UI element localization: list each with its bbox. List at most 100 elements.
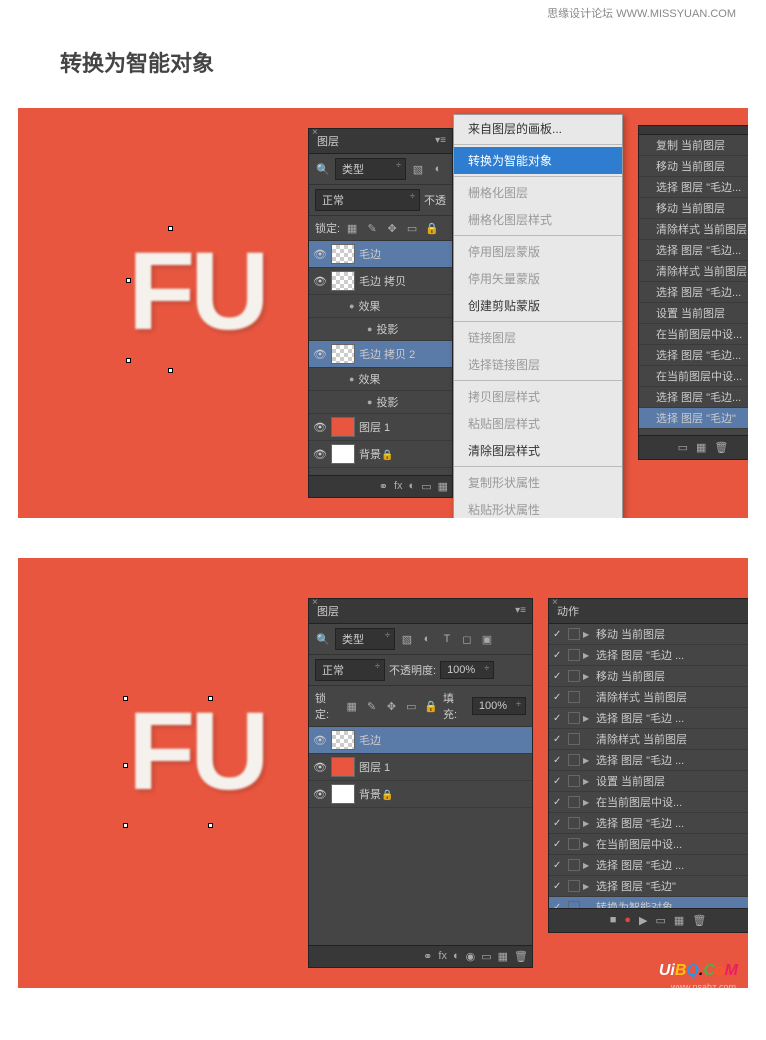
check-icon[interactable]: ✓ (553, 692, 565, 703)
selection-handle[interactable] (123, 763, 128, 768)
dialog-toggle[interactable] (568, 628, 580, 640)
context-menu-item[interactable]: 转换为智能对象 (454, 147, 622, 174)
close-icon[interactable]: × (312, 597, 318, 608)
panel-menu-icon[interactable]: ▾≡ (515, 605, 526, 616)
expand-icon[interactable]: ▶ (583, 714, 593, 723)
check-icon[interactable]: ✓ (553, 881, 565, 892)
dialog-toggle[interactable] (568, 670, 580, 682)
check-icon[interactable]: ✓ (553, 860, 565, 871)
action-row[interactable]: 在当前图层中设... (639, 366, 748, 387)
blend-mode-dropdown[interactable]: 正常 (315, 659, 385, 681)
lock-artboard-icon[interactable]: ▭ (403, 698, 419, 714)
opacity-input[interactable]: 100% (440, 661, 494, 679)
expand-icon[interactable]: ▶ (583, 630, 593, 639)
expand-icon[interactable]: ▶ (583, 840, 593, 849)
lock-move-icon[interactable]: ✥ (384, 698, 400, 714)
new-layer-icon[interactable]: ▦ (438, 480, 448, 493)
action-row[interactable]: 在当前图层中设... (639, 324, 748, 345)
context-menu-item[interactable]: 创建剪贴蒙版 (454, 292, 622, 319)
filter-dropdown[interactable]: 类型 (335, 628, 395, 650)
selection-handle[interactable] (168, 368, 173, 373)
dialog-toggle[interactable] (568, 880, 580, 892)
lock-transparent-icon[interactable]: ▦ (344, 698, 360, 714)
action-row[interactable]: 选择 图层 "毛边... (639, 282, 748, 303)
check-icon[interactable]: ✓ (553, 671, 565, 682)
lock-paint-icon[interactable]: ✎ (364, 698, 380, 714)
action-row[interactable]: ✓清除样式 当前图层 (549, 729, 748, 750)
check-icon[interactable]: ✓ (553, 713, 565, 724)
check-icon[interactable]: ✓ (553, 797, 565, 808)
lock-artboard-icon[interactable]: ▭ (404, 220, 420, 236)
lock-all-icon[interactable]: 🔒 (423, 698, 439, 714)
action-row[interactable]: 选择 图层 "毛边... (639, 387, 748, 408)
layer-row[interactable]: 👁图层 1 (309, 754, 532, 781)
layer-row[interactable]: 👁毛边 拷贝 (309, 268, 452, 295)
search-icon[interactable]: 🔍 (315, 631, 331, 647)
dialog-toggle[interactable] (568, 838, 580, 850)
search-icon[interactable]: 🔍 (315, 161, 331, 177)
expand-icon[interactable]: ▶ (583, 651, 593, 660)
check-icon[interactable]: ✓ (553, 776, 565, 787)
action-row[interactable]: ✓▶选择 图层 "毛边 ... (549, 645, 748, 666)
lock-move-icon[interactable]: ✥ (384, 220, 400, 236)
layer-row[interactable]: 👁背景🔒 (309, 781, 532, 808)
layer-row[interactable]: 👁毛边 (309, 727, 532, 754)
new-layer-icon[interactable]: ▦ (498, 950, 508, 963)
close-icon[interactable]: × (552, 597, 558, 608)
fill-input[interactable]: 100% (472, 697, 526, 715)
dialog-toggle[interactable] (568, 817, 580, 829)
action-row[interactable]: ✓▶选择 图层 "毛边 ... (549, 708, 748, 729)
dialog-toggle[interactable] (568, 775, 580, 787)
layer-row[interactable]: ●效果 (309, 295, 452, 318)
dialog-toggle[interactable] (568, 859, 580, 871)
play-icon[interactable]: ▶ (639, 914, 647, 927)
mask-icon[interactable]: ◐ (453, 950, 460, 963)
selection-handle[interactable] (123, 823, 128, 828)
folder-icon[interactable]: ▭ (678, 441, 688, 454)
filter-adjust-icon[interactable]: ◐ (419, 631, 435, 647)
visibility-icon[interactable]: 👁 (313, 788, 327, 801)
filter-smart-icon[interactable]: ▣ (479, 631, 495, 647)
trash-icon[interactable]: 🗑 (714, 441, 728, 454)
stop-icon[interactable]: ■ (610, 914, 617, 927)
expand-icon[interactable]: ▶ (583, 798, 593, 807)
layer-row[interactable]: 👁背景🔒 (309, 441, 452, 468)
adjust-icon[interactable]: ◉ (466, 950, 476, 963)
action-row[interactable]: ✓▶移动 当前图层 (549, 666, 748, 687)
link-icon[interactable]: ⚭ (423, 950, 432, 963)
link-icon[interactable]: ⚭ (379, 480, 388, 493)
selection-handle[interactable] (123, 696, 128, 701)
action-row[interactable]: 选择 图层 "毛边... (639, 345, 748, 366)
visibility-icon[interactable]: 👁 (313, 248, 327, 261)
panel-title[interactable]: 图层 (317, 606, 339, 618)
panel-title[interactable]: 图层 (317, 136, 339, 148)
layer-row[interactable]: ●投影 (309, 318, 452, 341)
lock-transparent-icon[interactable]: ▦ (344, 220, 360, 236)
panel-title[interactable]: 动作 (557, 606, 579, 618)
fx-icon[interactable]: fx (438, 950, 447, 963)
visibility-icon[interactable]: 👁 (313, 348, 327, 361)
selection-handle[interactable] (126, 358, 131, 363)
check-icon[interactable]: ✓ (553, 818, 565, 829)
blend-mode-dropdown[interactable]: 正常 (315, 189, 420, 211)
action-row[interactable]: ✓▶设置 当前图层 (549, 771, 748, 792)
action-row[interactable]: 选择 图层 "毛边" (639, 408, 748, 429)
layer-row[interactable]: 👁图层 1 (309, 414, 452, 441)
visibility-icon[interactable]: 👁 (313, 421, 327, 434)
selection-handle[interactable] (168, 226, 173, 231)
folder-icon[interactable]: ▭ (656, 914, 666, 927)
action-row[interactable]: 复制 当前图层 (639, 135, 748, 156)
visibility-icon[interactable]: 👁 (313, 761, 327, 774)
record-icon[interactable]: ● (624, 914, 631, 927)
dialog-toggle[interactable] (568, 649, 580, 661)
check-icon[interactable]: ✓ (553, 629, 565, 640)
action-row[interactable]: ✓▶移动 当前图层 (549, 624, 748, 645)
dialog-toggle[interactable] (568, 691, 580, 703)
trash-icon[interactable]: 🗑 (514, 950, 528, 963)
filter-text-icon[interactable]: T (439, 631, 455, 647)
expand-icon[interactable]: ▶ (583, 819, 593, 828)
visibility-icon[interactable]: 👁 (313, 734, 327, 747)
new-icon[interactable]: ▦ (674, 914, 684, 927)
filter-dropdown[interactable]: 类型 (335, 158, 406, 180)
expand-icon[interactable]: ▶ (583, 756, 593, 765)
